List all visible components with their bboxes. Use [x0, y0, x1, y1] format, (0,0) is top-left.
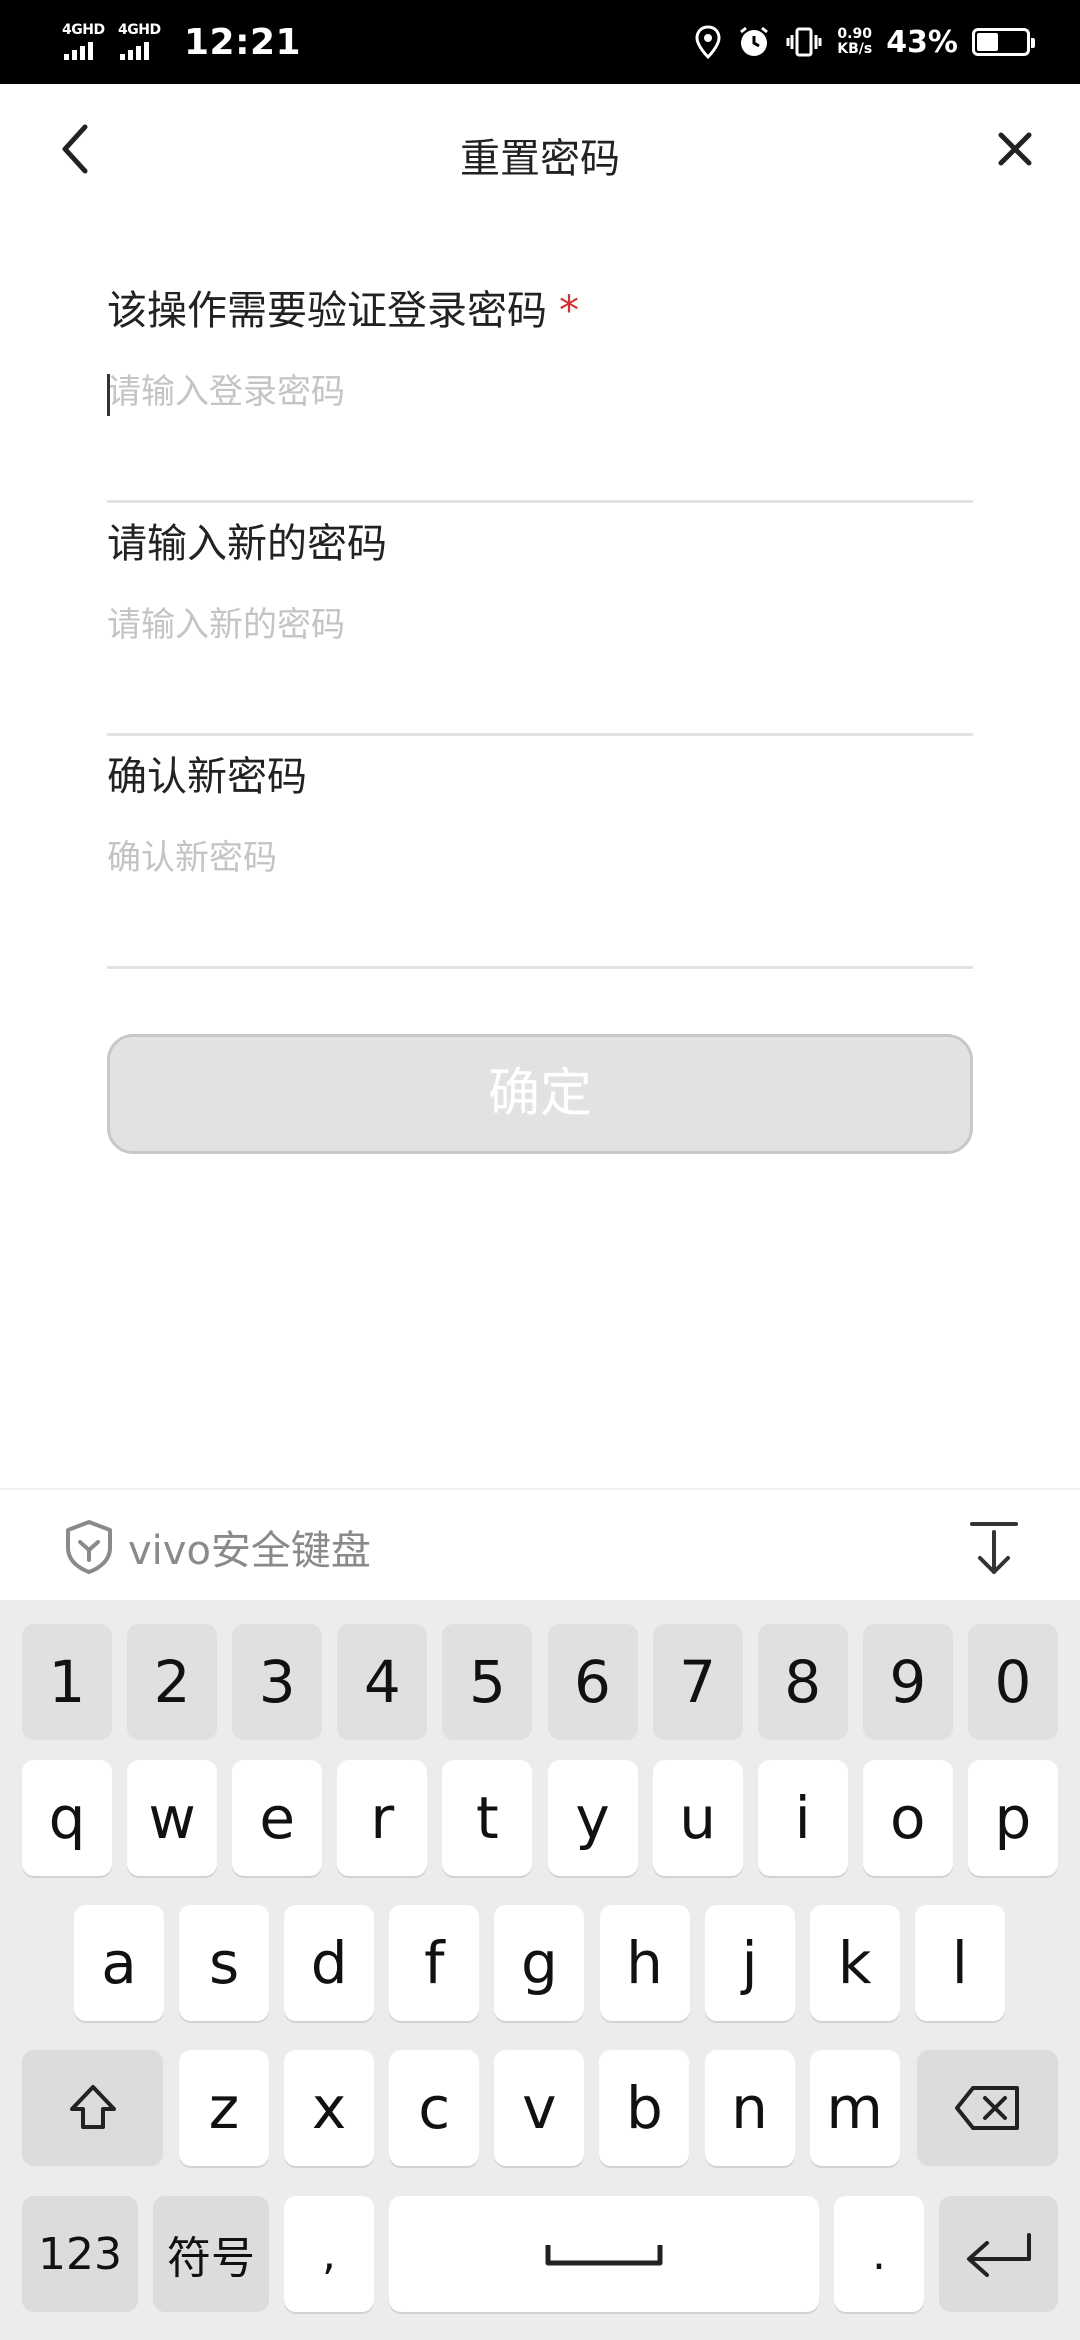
key-c[interactable]: c: [389, 2050, 480, 2166]
key-v[interactable]: v: [494, 2050, 585, 2166]
keyboard-brand-label: vivo安全键盘: [128, 1528, 371, 1574]
close-icon: [998, 132, 1032, 166]
key-s[interactable]: s: [179, 1905, 270, 2021]
field-label: 确认新密码: [107, 754, 307, 800]
current-password-input[interactable]: [107, 362, 973, 422]
new-password-input[interactable]: [107, 595, 973, 655]
current-password-field: 该操作需要验证登录密码 *: [107, 270, 973, 503]
key-m[interactable]: m: [809, 2050, 900, 2166]
signal-bars-icon: [64, 42, 93, 60]
key-t[interactable]: t: [442, 1760, 533, 1876]
key-j[interactable]: j: [704, 1905, 795, 2021]
sim1-signal: 4GHD: [62, 22, 112, 62]
key-o[interactable]: o: [862, 1760, 953, 1876]
key-2[interactable]: 2: [127, 1624, 218, 1740]
battery-fill: [977, 33, 998, 51]
shift-key[interactable]: [22, 2050, 163, 2166]
shift-icon: [69, 2085, 116, 2129]
new-password-field: 请输入新的密码: [107, 503, 973, 736]
key-b[interactable]: b: [599, 2050, 690, 2166]
key-e[interactable]: e: [232, 1760, 323, 1876]
space-key[interactable]: [389, 2196, 819, 2312]
key-7[interactable]: 7: [652, 1624, 743, 1740]
comma-key[interactable]: ,: [284, 2196, 374, 2312]
key-x[interactable]: x: [284, 2050, 375, 2166]
clock: 12:21: [184, 21, 302, 63]
speed-value: 0.90: [837, 26, 872, 42]
key-a[interactable]: a: [74, 1905, 164, 2021]
key-l[interactable]: l: [914, 1905, 1005, 2021]
key-h[interactable]: h: [599, 1905, 690, 2021]
sim1-network-label: 4GHD: [62, 22, 105, 38]
key-3[interactable]: 3: [232, 1624, 323, 1740]
key-r[interactable]: r: [337, 1760, 428, 1876]
status-bar: 4GHD 4GHD 12:21 0.90 KB/s 43%: [0, 0, 1080, 84]
keyboard: 123 符号 , . 1234567890qwertyuiopasdfghjkl…: [0, 1600, 1080, 2340]
key-9[interactable]: 9: [862, 1624, 953, 1740]
confirm-button[interactable]: 确定: [107, 1034, 973, 1154]
key-4[interactable]: 4: [337, 1624, 428, 1740]
key-8[interactable]: 8: [757, 1624, 848, 1740]
key-w[interactable]: w: [127, 1760, 218, 1876]
key-p[interactable]: p: [967, 1760, 1058, 1876]
vibrate-icon: [786, 27, 822, 57]
period-key[interactable]: .: [834, 2196, 924, 2312]
app-header: 重置密码: [0, 84, 1080, 224]
confirm-password-input[interactable]: [107, 828, 973, 888]
sim2-network-label: 4GHD: [118, 22, 161, 38]
reset-password-form: 该操作需要验证登录密码 * 请输入新的密码 确认新密码: [107, 270, 973, 969]
keyboard-hide-button[interactable]: [964, 1518, 1024, 1578]
close-button[interactable]: [980, 114, 1050, 184]
space-icon: [545, 2245, 663, 2266]
symbols-key[interactable]: 符号: [153, 2196, 269, 2312]
key-k[interactable]: k: [809, 1905, 900, 2021]
key-6[interactable]: 6: [547, 1624, 638, 1740]
location-icon: [695, 25, 721, 59]
field-divider: [107, 966, 973, 969]
shield-icon: [66, 1520, 112, 1574]
battery-percent: 43%: [886, 24, 958, 60]
text-cursor: [107, 374, 110, 416]
numeric-mode-key[interactable]: 123: [22, 2196, 138, 2312]
confirm-password-field: 确认新密码: [107, 736, 973, 969]
required-mark: *: [559, 288, 579, 334]
key-d[interactable]: d: [284, 1905, 375, 2021]
backspace-key[interactable]: [917, 2050, 1058, 2166]
enter-icon: [966, 2233, 1031, 2277]
key-5[interactable]: 5: [442, 1624, 533, 1740]
field-label-text: 该操作需要验证登录密码: [107, 288, 547, 334]
key-u[interactable]: u: [652, 1760, 743, 1876]
keyboard-toolbar: vivo安全键盘: [0, 1488, 1080, 1600]
key-y[interactable]: y: [547, 1760, 638, 1876]
network-speed: 0.90 KB/s: [837, 27, 872, 57]
key-i[interactable]: i: [757, 1760, 848, 1876]
key-1[interactable]: 1: [22, 1624, 112, 1740]
key-z[interactable]: z: [179, 2050, 269, 2166]
battery-icon: [972, 28, 1035, 56]
field-label: 该操作需要验证登录密码 *: [107, 278, 579, 336]
key-0[interactable]: 0: [967, 1624, 1058, 1740]
keyboard-brand: vivo安全键盘: [62, 1518, 371, 1576]
keyboard-hide-icon: [970, 1522, 1018, 1574]
speed-unit: KB/s: [837, 41, 873, 57]
alarm-icon: [740, 26, 769, 56]
sim2-signal: 4GHD: [118, 22, 168, 62]
field-label: 请输入新的密码: [107, 521, 387, 567]
key-q[interactable]: q: [22, 1760, 112, 1876]
key-f[interactable]: f: [389, 1905, 480, 2021]
enter-key[interactable]: [939, 2196, 1058, 2312]
key-n[interactable]: n: [704, 2050, 795, 2166]
backspace-icon: [954, 2086, 1019, 2130]
signal-bars-icon: [120, 42, 149, 60]
page-title: 重置密码: [460, 136, 620, 182]
key-g[interactable]: g: [494, 1905, 585, 2021]
